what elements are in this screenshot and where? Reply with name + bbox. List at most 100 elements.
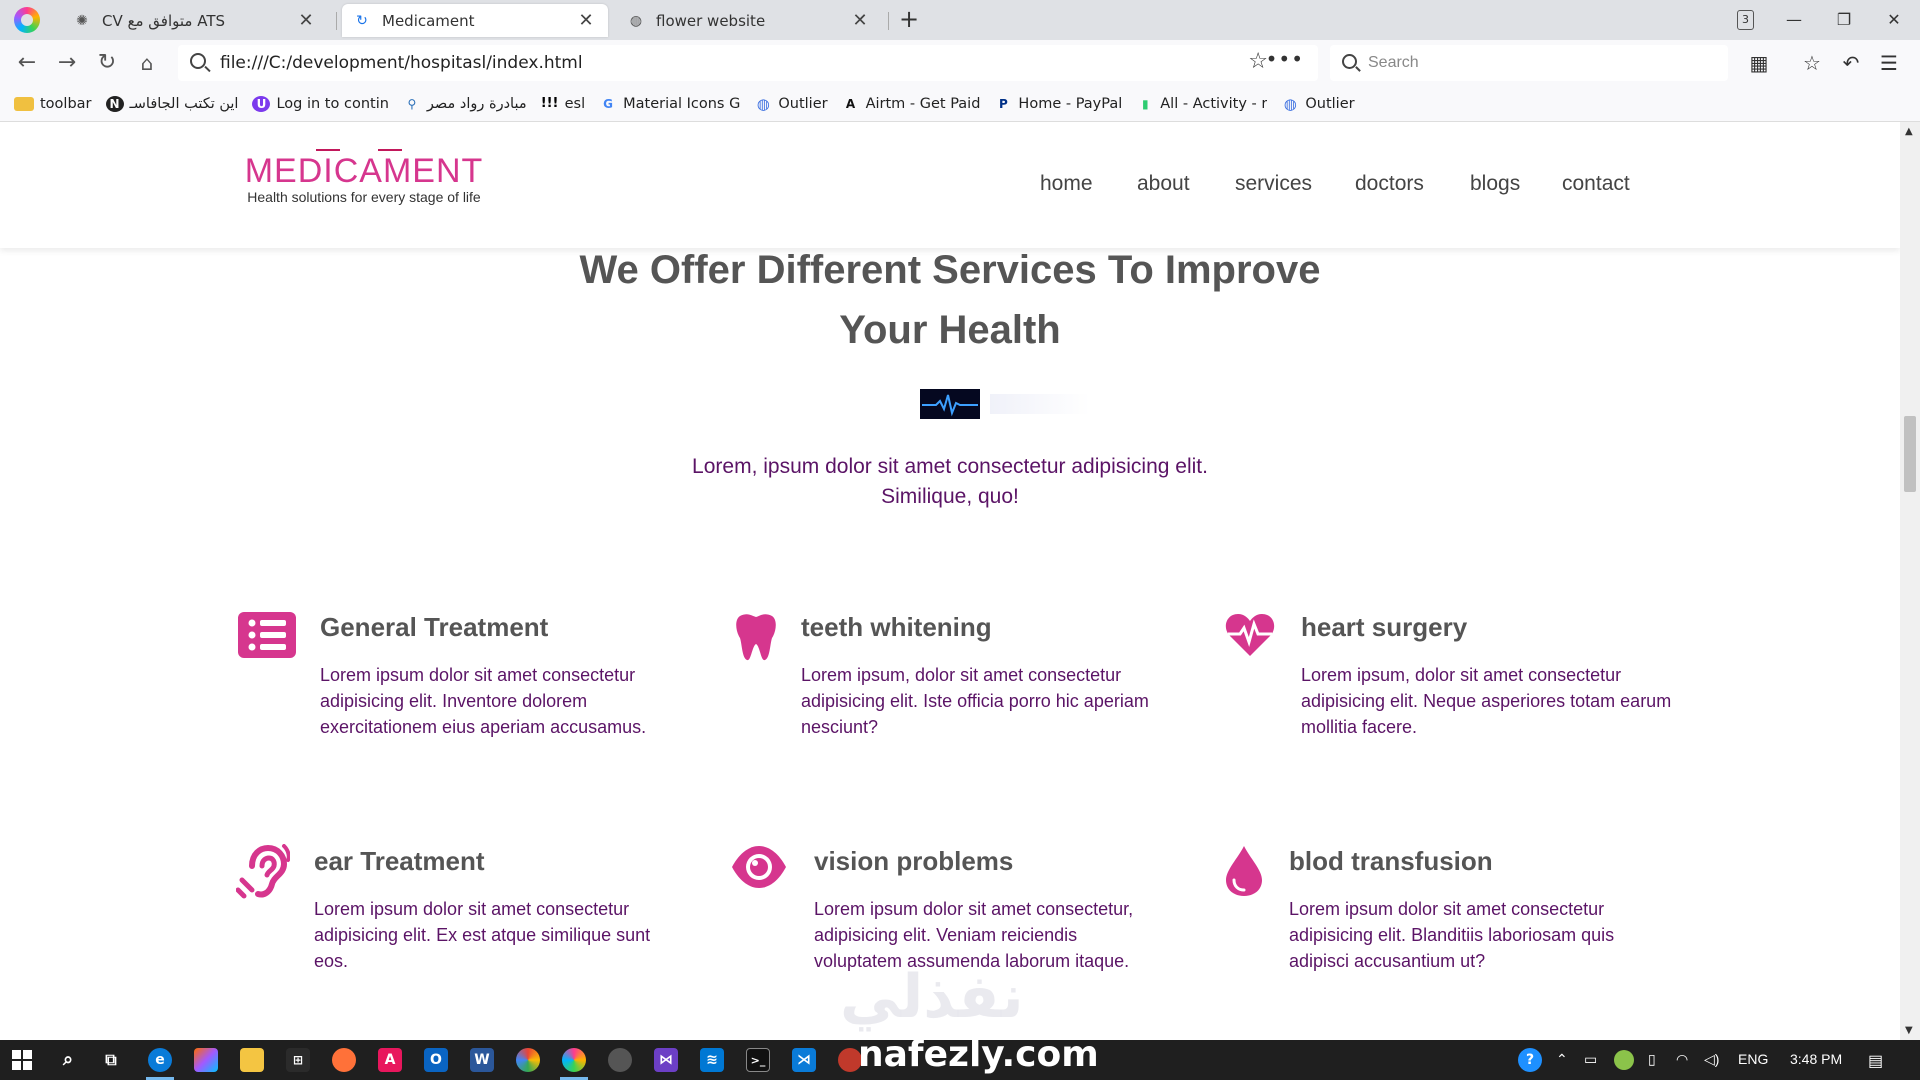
bookmark-item[interactable]: P Home - PayPal bbox=[994, 96, 1122, 112]
site-logo[interactable]: MEDICAMENT Health solutions for every st… bbox=[244, 147, 484, 205]
nav-link-doctors[interactable]: doctors bbox=[1355, 172, 1424, 196]
battery-icon[interactable]: ▭ bbox=[1584, 1051, 1597, 1068]
tab-title: Medicament bbox=[382, 11, 475, 30]
reload-icon[interactable]: ↻ bbox=[92, 48, 122, 78]
tab-cv-ats[interactable]: ✺ CV متوافق مع ATS ✕ bbox=[62, 4, 328, 37]
page-viewport: MEDICAMENT Health solutions for every st… bbox=[0, 122, 1900, 1040]
service-title: vision problems bbox=[814, 846, 1014, 876]
bookmark-item[interactable]: !!! esl bbox=[540, 96, 585, 112]
notifications-icon[interactable]: ▤ bbox=[1868, 1051, 1883, 1071]
close-tab-icon[interactable]: ✕ bbox=[296, 10, 316, 31]
azure-icon[interactable]: ≋ bbox=[700, 1048, 724, 1072]
loading-spinner-icon: ↻ bbox=[356, 12, 368, 29]
restore-icon[interactable]: ❐ bbox=[1826, 6, 1862, 34]
bookmark-item[interactable]: ◍ Outlier bbox=[754, 95, 828, 112]
word-icon[interactable]: W bbox=[470, 1048, 494, 1072]
bookmark-item[interactable]: ▮ All - Activity - r bbox=[1136, 96, 1267, 112]
acrobat-icon[interactable]: A bbox=[378, 1048, 402, 1072]
vscode-icon[interactable]: ⋊ bbox=[792, 1048, 816, 1072]
bookmark-item[interactable]: U Log in to contin bbox=[252, 95, 389, 112]
app-icon[interactable] bbox=[608, 1048, 632, 1072]
firefox-dev-icon[interactable] bbox=[562, 1048, 586, 1072]
logo-name: MEDICAMENT bbox=[244, 152, 484, 190]
url-text[interactable]: file:///C:/development/hospitasl/index.h… bbox=[220, 53, 583, 73]
volume-icon[interactable]: ◁) bbox=[1704, 1051, 1719, 1068]
clock[interactable]: 3:48 PM bbox=[1790, 1051, 1842, 1067]
search-icon bbox=[190, 53, 206, 69]
new-tab-button[interactable]: + bbox=[895, 6, 923, 34]
tab-count-badge[interactable]: 3 bbox=[1737, 10, 1754, 30]
close-tab-icon[interactable]: ✕ bbox=[576, 10, 596, 31]
nav-link-blogs[interactable]: blogs bbox=[1470, 172, 1520, 196]
help-icon[interactable]: ? bbox=[1518, 1048, 1542, 1072]
tray-app-icon[interactable] bbox=[1614, 1050, 1634, 1070]
bookmark-item[interactable]: G Material Icons G bbox=[599, 96, 740, 112]
browser-nav-bar: ← → ↻ ⌂ file:///C:/development/hospitasl… bbox=[0, 40, 1920, 86]
scroll-up-arrow-icon[interactable]: ▲ bbox=[1905, 126, 1913, 137]
tooth-icon bbox=[734, 612, 794, 672]
forward-arrow-icon[interactable]: → bbox=[52, 48, 82, 78]
microsoft-store-icon[interactable]: ⊞ bbox=[286, 1048, 310, 1072]
bookmark-label: Outlier bbox=[778, 95, 828, 112]
tab-title: flower website bbox=[656, 11, 766, 30]
list-icon bbox=[238, 612, 298, 672]
watermark-arabic: نفذلي bbox=[840, 962, 1024, 1032]
back-arrow-icon[interactable]: ← bbox=[12, 48, 42, 78]
nav-link-services[interactable]: services bbox=[1235, 172, 1312, 196]
service-description: Lorem ipsum, dolor sit amet consectetur … bbox=[801, 665, 1149, 737]
firefox-logo-icon[interactable] bbox=[14, 7, 40, 33]
pulse-fade bbox=[990, 394, 1090, 414]
outlook-icon[interactable]: O bbox=[424, 1048, 448, 1072]
hamburger-menu-icon[interactable]: ☰ bbox=[1874, 48, 1904, 78]
url-bar[interactable]: file:///C:/development/hospitasl/index.h… bbox=[178, 45, 1318, 81]
exclamation-icon: !!! bbox=[540, 96, 559, 111]
scroll-down-arrow-icon[interactable]: ▼ bbox=[1905, 1025, 1913, 1036]
tab-medicament[interactable]: ↻ Medicament ✕ bbox=[342, 4, 608, 37]
close-window-icon[interactable]: ✕ bbox=[1876, 6, 1912, 34]
copilot-icon[interactable] bbox=[194, 1048, 218, 1072]
page-scrollbar[interactable]: ▲ ▼ bbox=[1900, 122, 1920, 1040]
terminal-icon[interactable]: >_ bbox=[746, 1048, 770, 1072]
chrome-icon[interactable] bbox=[516, 1048, 540, 1072]
nav-link-about[interactable]: about bbox=[1137, 172, 1190, 196]
nav-link-home[interactable]: home bbox=[1040, 172, 1093, 196]
nav-link-contact[interactable]: contact bbox=[1562, 172, 1630, 196]
bookmarks-menu-icon[interactable]: ☆ bbox=[1797, 48, 1827, 78]
search-input[interactable] bbox=[1368, 49, 1708, 77]
visual-studio-icon[interactable]: ⋈ bbox=[654, 1048, 678, 1072]
tray-chevron-icon[interactable]: ⌃ bbox=[1556, 1051, 1568, 1068]
service-description: Lorem ipsum dolor sit amet consectetur a… bbox=[320, 665, 647, 737]
bookmark-item[interactable]: A Airtm - Get Paid bbox=[842, 96, 981, 112]
task-view-icon[interactable]: ⧉ bbox=[99, 1048, 123, 1072]
extensions-grid-icon[interactable]: ▦ bbox=[1744, 48, 1774, 78]
bookmark-item[interactable]: ◍ Outlier bbox=[1281, 95, 1355, 112]
search-box[interactable] bbox=[1330, 45, 1728, 81]
language-indicator[interactable]: ENG bbox=[1738, 1051, 1768, 1067]
windows-start-icon[interactable] bbox=[12, 1050, 32, 1070]
scrollbar-thumb[interactable] bbox=[1904, 416, 1916, 492]
search-icon[interactable]: ⌕ bbox=[56, 1048, 80, 1072]
more-actions-icon[interactable]: ••• bbox=[1266, 47, 1304, 71]
bookmark-item[interactable]: N اين تكتب الجافاسـ bbox=[105, 95, 238, 112]
paypal-icon: P bbox=[999, 96, 1008, 111]
globe-icon: ◍ bbox=[629, 12, 643, 29]
tab-flower-website[interactable]: ◍ flower website ✕ bbox=[616, 4, 882, 37]
bookmark-label: Outlier bbox=[1305, 95, 1355, 112]
search-icon bbox=[1342, 54, 1357, 69]
edge-icon[interactable]: e bbox=[148, 1048, 172, 1072]
bookmark-item[interactable]: toolbar bbox=[14, 96, 92, 112]
close-tab-icon[interactable]: ✕ bbox=[850, 10, 870, 31]
bookmark-item[interactable]: ⚲ مبادرة رواد مصر bbox=[403, 96, 527, 112]
bookmark-label: مبادرة رواد مصر bbox=[426, 95, 527, 112]
activity-icon: ▮ bbox=[1141, 96, 1149, 111]
service-title: teeth whitening bbox=[801, 612, 992, 642]
undo-icon[interactable]: ↶ bbox=[1836, 48, 1866, 78]
eye-icon bbox=[730, 844, 790, 904]
file-explorer-icon[interactable] bbox=[240, 1048, 264, 1072]
user-circle-icon: U bbox=[252, 95, 271, 112]
minimize-icon[interactable]: — bbox=[1776, 6, 1812, 34]
home-icon[interactable]: ⌂ bbox=[132, 48, 162, 78]
firefox-icon[interactable] bbox=[332, 1048, 356, 1072]
wifi-icon[interactable]: ◠ bbox=[1676, 1051, 1688, 1068]
tray-device-icon[interactable]: ▯ bbox=[1648, 1051, 1656, 1068]
